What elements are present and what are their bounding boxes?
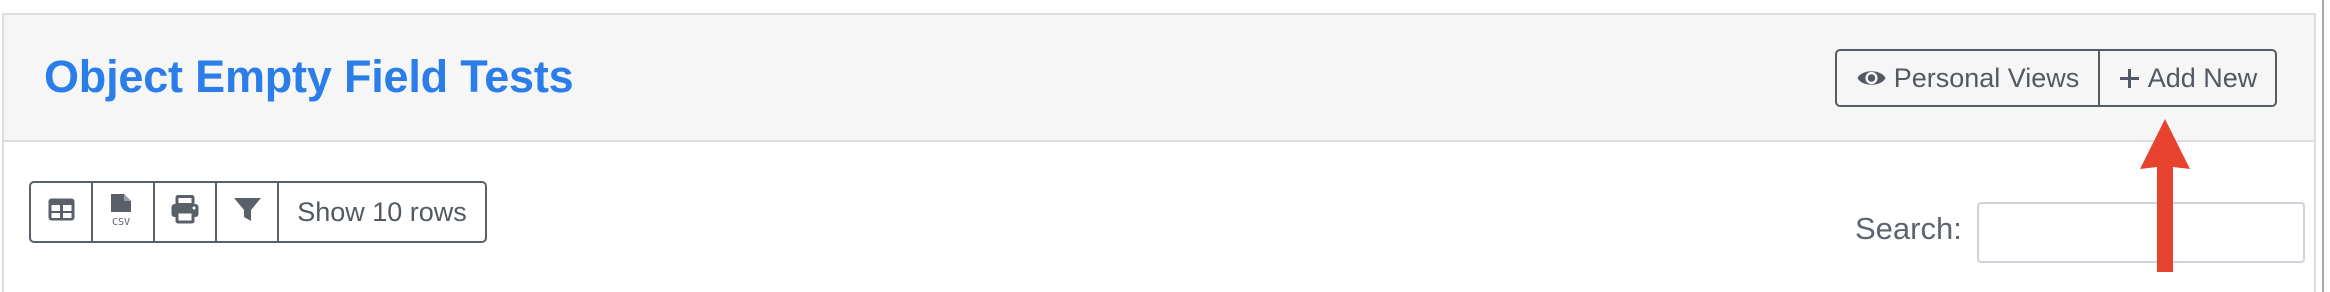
add-new-button[interactable]: Add New [2100,51,2275,105]
red-annotation-arrow-icon [2140,119,2190,272]
window-edge-divider [2322,0,2324,292]
search-label: Search: [1855,211,1962,246]
table-view-button[interactable] [31,183,93,241]
table-toolbar: CSV Show 10 rows [29,181,487,243]
show-rows-button[interactable]: Show 10 rows [279,183,485,241]
print-button[interactable] [155,183,217,241]
card-header: Object Empty Field Tests Personal Views [4,15,2314,142]
header-button-group: Personal Views Add New [1835,49,2277,107]
csv-file-icon: CSV [109,193,137,232]
filter-icon [233,196,262,229]
page-title: Object Empty Field Tests [44,51,574,102]
svg-text:CSV: CSV [112,217,130,227]
export-csv-button[interactable]: CSV [93,183,155,241]
table-icon [47,197,76,227]
personal-views-label: Personal Views [1893,62,2080,93]
list-card: Object Empty Field Tests Personal Views [2,13,2316,292]
printer-icon [170,195,200,229]
add-new-label: Add New [2147,62,2258,93]
plus-icon [2118,67,2141,90]
personal-views-button[interactable]: Personal Views [1837,51,2100,105]
filter-button[interactable] [217,183,279,241]
eye-icon [1856,66,1887,90]
window-frame: Object Empty Field Tests Personal Views [0,0,2330,292]
